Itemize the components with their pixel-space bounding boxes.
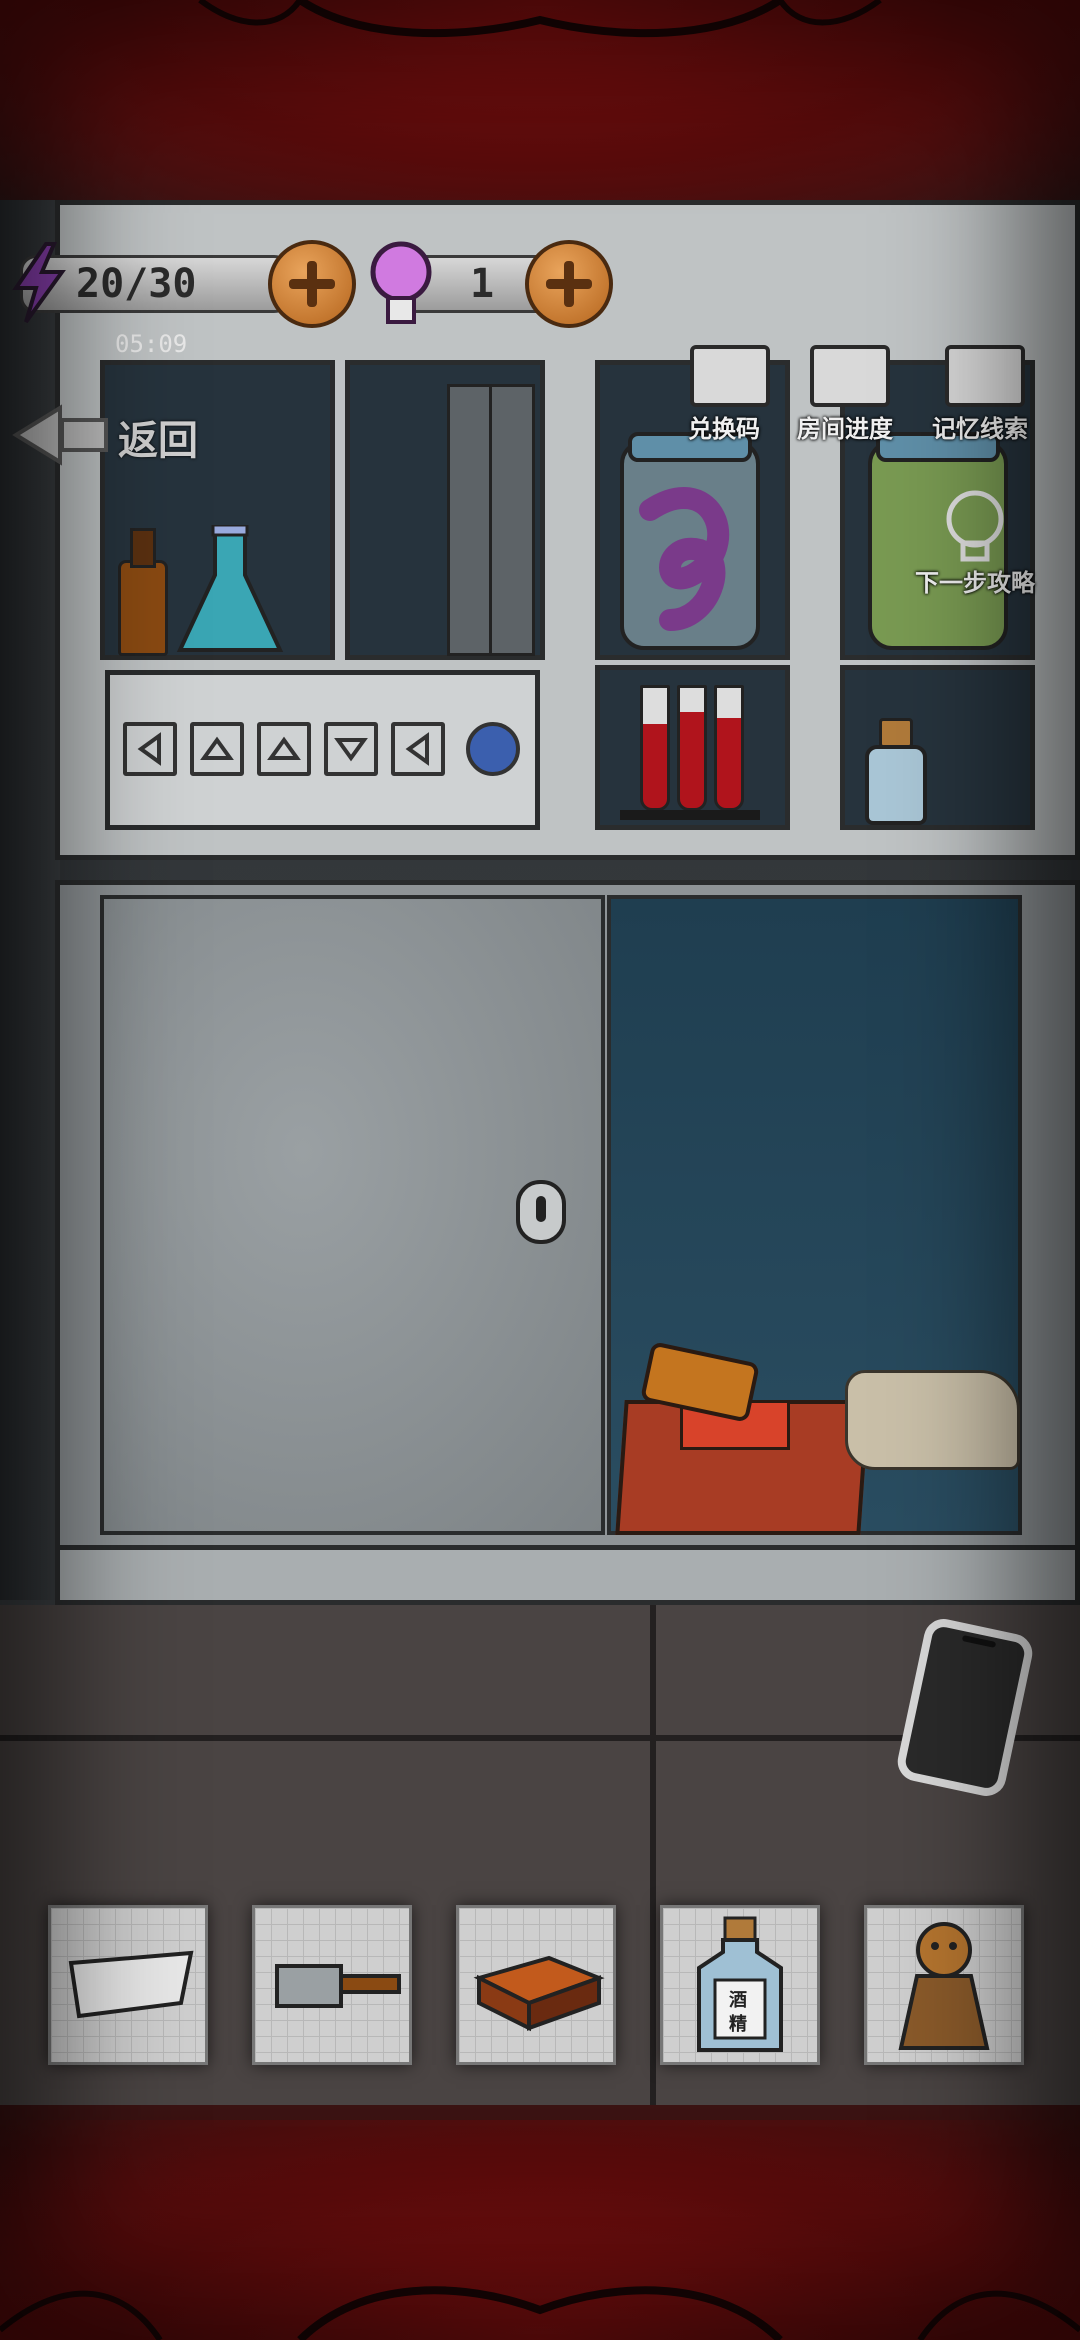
phone-icon xyxy=(961,1635,997,1648)
test-tube-2[interactable] xyxy=(677,685,707,811)
redeem-code-button[interactable]: 兑换码 xyxy=(680,345,780,445)
add-energy-button[interactable] xyxy=(268,240,356,328)
binder-right[interactable] xyxy=(489,384,535,656)
amber-bottle-cap xyxy=(130,528,156,568)
top-ornament-scroll xyxy=(198,0,882,38)
amber-bottle[interactable] xyxy=(118,560,168,656)
alcohol-label-top: 酒 xyxy=(729,1990,747,2011)
countdown-timer: 05:09 xyxy=(115,330,188,358)
memory-clues-label: 记忆线索 xyxy=(932,415,1028,443)
blue-flask[interactable] xyxy=(175,525,285,655)
lightbulb-hint-icon xyxy=(946,490,1004,562)
alcohol-label-bottom: 精 xyxy=(729,2014,747,2035)
picture-icon xyxy=(945,345,1025,407)
back-label: 返回 xyxy=(118,418,198,464)
gift-card-icon xyxy=(690,345,770,407)
bottom-ornament-scroll xyxy=(0,2286,1080,2340)
arrow-up-button[interactable] xyxy=(190,722,244,776)
redeem-code-label: 兑换码 xyxy=(688,415,760,443)
matchbox-icon xyxy=(473,1955,605,2032)
crumpled-paper[interactable] xyxy=(845,1370,1020,1470)
hint-value: 1 xyxy=(470,261,495,307)
back-arrow-icon xyxy=(12,404,108,466)
inventory-slot-5[interactable] xyxy=(864,1905,1024,2065)
lightbulb-icon xyxy=(370,241,432,324)
next-step-guide-label: 下一步攻略 xyxy=(915,569,1035,597)
test-tube-3[interactable] xyxy=(714,685,744,811)
eel-specimen xyxy=(639,487,730,631)
alcohol-bottle-icon xyxy=(697,1916,783,2052)
inventory-slot-3[interactable] xyxy=(456,1905,616,2065)
add-hint-button[interactable] xyxy=(525,240,613,328)
arrow-left-button-2[interactable] xyxy=(391,722,445,776)
floor-line-v xyxy=(650,1605,656,2105)
test-tube-1[interactable] xyxy=(640,685,670,811)
inventory-slot-4[interactable]: 酒 精 xyxy=(660,1905,820,2065)
arrow-left-icon xyxy=(137,732,161,766)
inventory-slot-1[interactable] xyxy=(48,1905,208,2065)
arrow-up-button-2[interactable] xyxy=(257,722,311,776)
energy-value: 20/30 xyxy=(76,261,197,307)
arrow-up-icon xyxy=(200,736,234,760)
room-progress-label: 房间进度 xyxy=(797,415,893,443)
arrow-left-button[interactable] xyxy=(123,722,177,776)
arrow-left-icon xyxy=(405,732,429,766)
arrow-up-icon xyxy=(267,736,301,760)
confirm-round-button[interactable] xyxy=(466,722,520,776)
room-progress-button[interactable]: 房间进度 xyxy=(795,345,905,445)
test-tube-rack xyxy=(620,810,760,820)
bottle-cork xyxy=(879,718,913,748)
arrow-down-icon xyxy=(334,738,368,762)
arrow-down-button[interactable] xyxy=(324,722,378,776)
binder-left[interactable] xyxy=(447,384,493,656)
memory-clues-button[interactable]: 记忆线索 xyxy=(930,345,1040,445)
game-scene: 20/30 1 05:09 返回 兑换码 房间进度 记忆线索 下一步攻略 酒 精 xyxy=(0,0,1080,2340)
paper-scrap-icon xyxy=(68,1950,194,2019)
next-step-guide-button[interactable]: 下一步攻略 xyxy=(915,485,1055,605)
inventory-slot-2[interactable] xyxy=(252,1905,412,2065)
back-button[interactable]: 返回 xyxy=(10,400,220,470)
small-corked-bottle[interactable] xyxy=(865,745,927,825)
scarecrow-doll-icon xyxy=(898,1922,990,2050)
cabinet-base xyxy=(55,1545,1080,1605)
lightning-icon xyxy=(12,242,66,324)
keyhole-slot xyxy=(536,1196,546,1222)
cleaver-icon xyxy=(275,1964,401,2008)
document-icon xyxy=(810,345,890,407)
